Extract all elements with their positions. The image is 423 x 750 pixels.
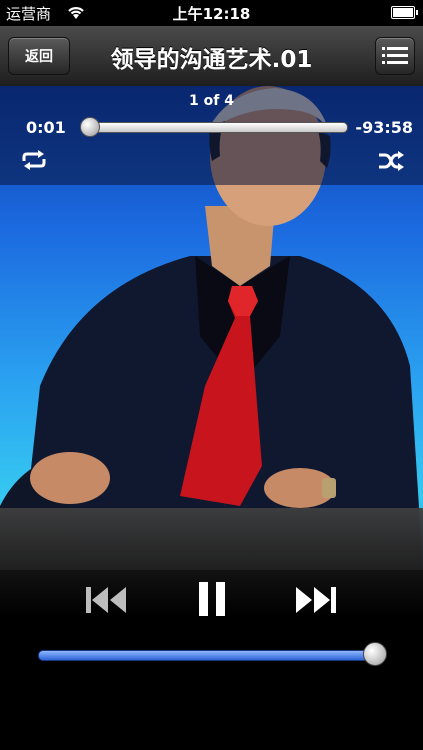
shuffle-icon[interactable] — [377, 150, 405, 172]
volume-knob[interactable] — [363, 642, 387, 666]
pause-icon[interactable] — [196, 580, 228, 618]
battery-icon — [391, 6, 418, 19]
navigation-bar: 返回 领导的沟通艺术.01 — [0, 26, 423, 87]
status-bar: 运营商 上午12:18 — [0, 0, 423, 26]
back-button[interactable]: 返回 — [8, 37, 70, 75]
track-counter: 1 of 4 — [189, 93, 234, 109]
remaining-time: -93:58 — [355, 118, 413, 137]
progress-scrubber[interactable] — [82, 122, 348, 133]
repeat-icon[interactable] — [20, 149, 48, 171]
page-title: 领导的沟通艺术.01 — [110, 47, 313, 73]
list-icon — [382, 47, 408, 64]
control-panel-reflection — [0, 508, 423, 570]
scrubber-knob[interactable] — [80, 117, 100, 137]
clock: 上午12:18 — [172, 5, 251, 23]
next-track-icon[interactable] — [294, 584, 338, 616]
previous-track-icon[interactable] — [84, 584, 128, 616]
playlist-button[interactable] — [375, 37, 415, 75]
elapsed-time: 0:01 — [26, 118, 66, 137]
volume-slider[interactable] — [38, 650, 376, 661]
